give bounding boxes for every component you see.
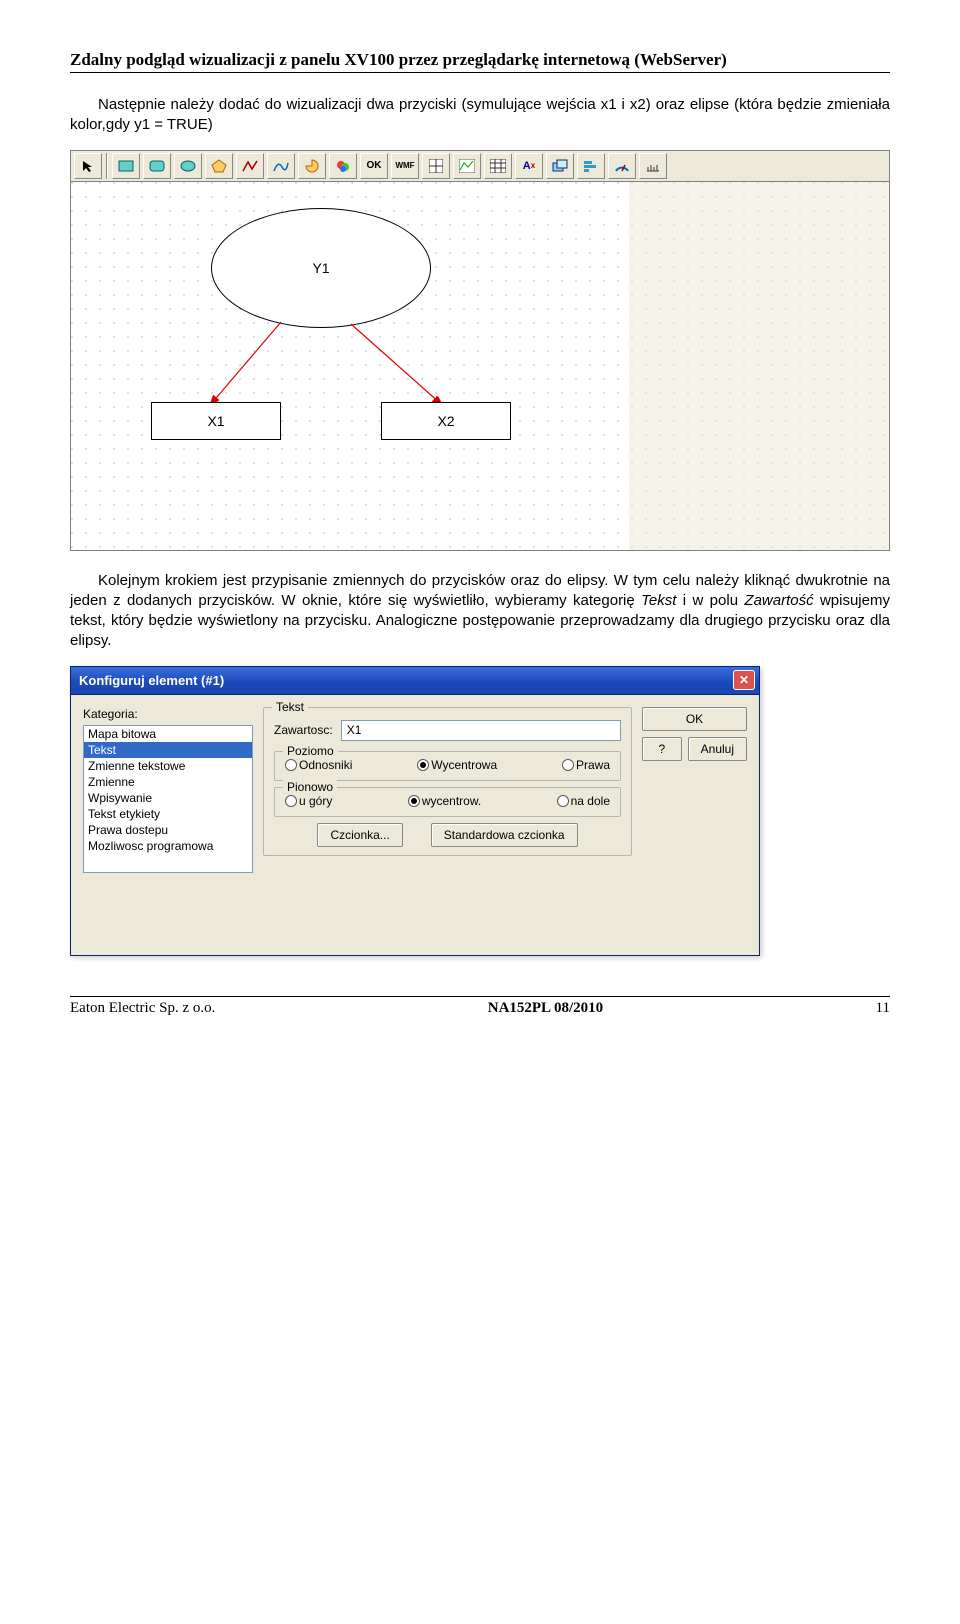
page-header: Zdalny podgląd wizualizacji z panelu XV1… <box>70 50 890 73</box>
help-button[interactable]: ? <box>642 737 682 761</box>
wmf-label: WMF <box>395 161 414 170</box>
footer-left: Eaton Electric Sp. z o.o. <box>70 1000 215 1017</box>
category-list[interactable]: Mapa bitowa Tekst Zmienne tekstowe Zmien… <box>83 725 253 873</box>
ok-label: OK <box>367 160 382 171</box>
list-item[interactable]: Wpisywanie <box>84 790 252 806</box>
font-button[interactable]: Czcionka... <box>317 823 402 847</box>
visualization-editor: OK WMF Ax Y1 X1 <box>70 150 890 551</box>
p2-italic2: Zawartość <box>744 592 813 609</box>
rect-icon[interactable] <box>112 153 140 179</box>
vis-button-x2-label: X2 <box>437 413 454 429</box>
cancel-button[interactable]: Anuluj <box>688 737 747 761</box>
radio-vert-top[interactable]: u góry <box>285 794 332 808</box>
list-item[interactable]: Tekst etykiety <box>84 806 252 822</box>
standard-font-button[interactable]: Standardowa czcionka <box>431 823 578 847</box>
polygon-icon[interactable] <box>205 153 233 179</box>
list-item[interactable]: Mozliwosc programowa <box>84 838 252 854</box>
list-item[interactable]: Zmienne <box>84 774 252 790</box>
grid-icon[interactable] <box>422 153 450 179</box>
curve-icon[interactable] <box>267 153 295 179</box>
hchart-icon[interactable] <box>577 153 605 179</box>
ok-button[interactable]: OK <box>642 707 747 731</box>
group-horizontal: Poziomo Odnosniki Wycentrowa Prawa <box>274 751 621 781</box>
table-icon[interactable] <box>484 153 512 179</box>
close-icon[interactable]: ✕ <box>733 670 755 690</box>
radio-horiz-center[interactable]: Wycentrowa <box>417 758 497 772</box>
list-item[interactable]: Zmienne tekstowe <box>84 758 252 774</box>
group-tekst: Tekst Zawartosc: Poziomo Odnosniki Wycen… <box>263 707 632 856</box>
trend-icon[interactable] <box>453 153 481 179</box>
footer-page-number: 11 <box>876 1000 890 1017</box>
ax-icon[interactable]: Ax <box>515 153 543 179</box>
footer-center: NA152PL 08/2010 <box>488 1000 603 1017</box>
group-horizontal-title: Poziomo <box>283 744 338 758</box>
list-item[interactable]: Prawa dostepu <box>84 822 252 838</box>
wmf-icon[interactable]: WMF <box>391 153 419 179</box>
page-footer: Eaton Electric Sp. z o.o. NA152PL 08/201… <box>70 996 890 1017</box>
pie-icon[interactable] <box>298 153 326 179</box>
list-item[interactable]: Tekst <box>84 742 252 758</box>
radio-vert-center[interactable]: wycentrow. <box>408 794 481 808</box>
content-label: Zawartosc: <box>274 723 333 737</box>
radio-horiz-left[interactable]: Odnosniki <box>285 758 352 772</box>
vis-button-x2[interactable]: X2 <box>381 402 511 440</box>
image-icon[interactable] <box>329 153 357 179</box>
layer-icon[interactable] <box>546 153 574 179</box>
meter-icon[interactable] <box>608 153 636 179</box>
pointer-icon[interactable] <box>74 153 102 179</box>
dialog-title: Konfiguruj element (#1) <box>79 673 224 688</box>
paragraph-1: Następnie należy dodać do wizualizacji d… <box>70 95 890 136</box>
ok-icon[interactable]: OK <box>360 153 388 179</box>
vis-button-x1[interactable]: X1 <box>151 402 281 440</box>
category-label: Kategoria: <box>83 707 253 721</box>
group-vertical-title: Pionowo <box>283 780 337 794</box>
list-item[interactable]: Mapa bitowa <box>84 726 252 742</box>
rounded-rect-icon[interactable] <box>143 153 171 179</box>
config-element-dialog: Konfiguruj element (#1) ✕ Kategoria: Map… <box>70 666 760 956</box>
scale-icon[interactable] <box>639 153 667 179</box>
editor-canvas[interactable]: Y1 X1 X2 <box>71 182 889 550</box>
out-of-bounds-area <box>629 182 889 550</box>
group-vertical: Pionowo u góry wycentrow. na dole <box>274 787 621 817</box>
group-tekst-title: Tekst <box>272 700 308 714</box>
ellipse-icon[interactable] <box>174 153 202 179</box>
editor-toolbar: OK WMF Ax <box>71 151 889 182</box>
radio-vert-bottom[interactable]: na dole <box>557 794 610 808</box>
p2-italic1: Tekst <box>641 592 676 609</box>
p2-mid: i w polu <box>676 592 744 609</box>
vis-button-x1-label: X1 <box>207 413 224 429</box>
line-icon[interactable] <box>236 153 264 179</box>
paragraph-2: Kolejnym krokiem jest przypisanie zmienn… <box>70 571 890 652</box>
content-input[interactable] <box>341 720 621 741</box>
dialog-titlebar: Konfiguruj element (#1) ✕ <box>71 667 759 695</box>
radio-horiz-right[interactable]: Prawa <box>562 758 610 772</box>
